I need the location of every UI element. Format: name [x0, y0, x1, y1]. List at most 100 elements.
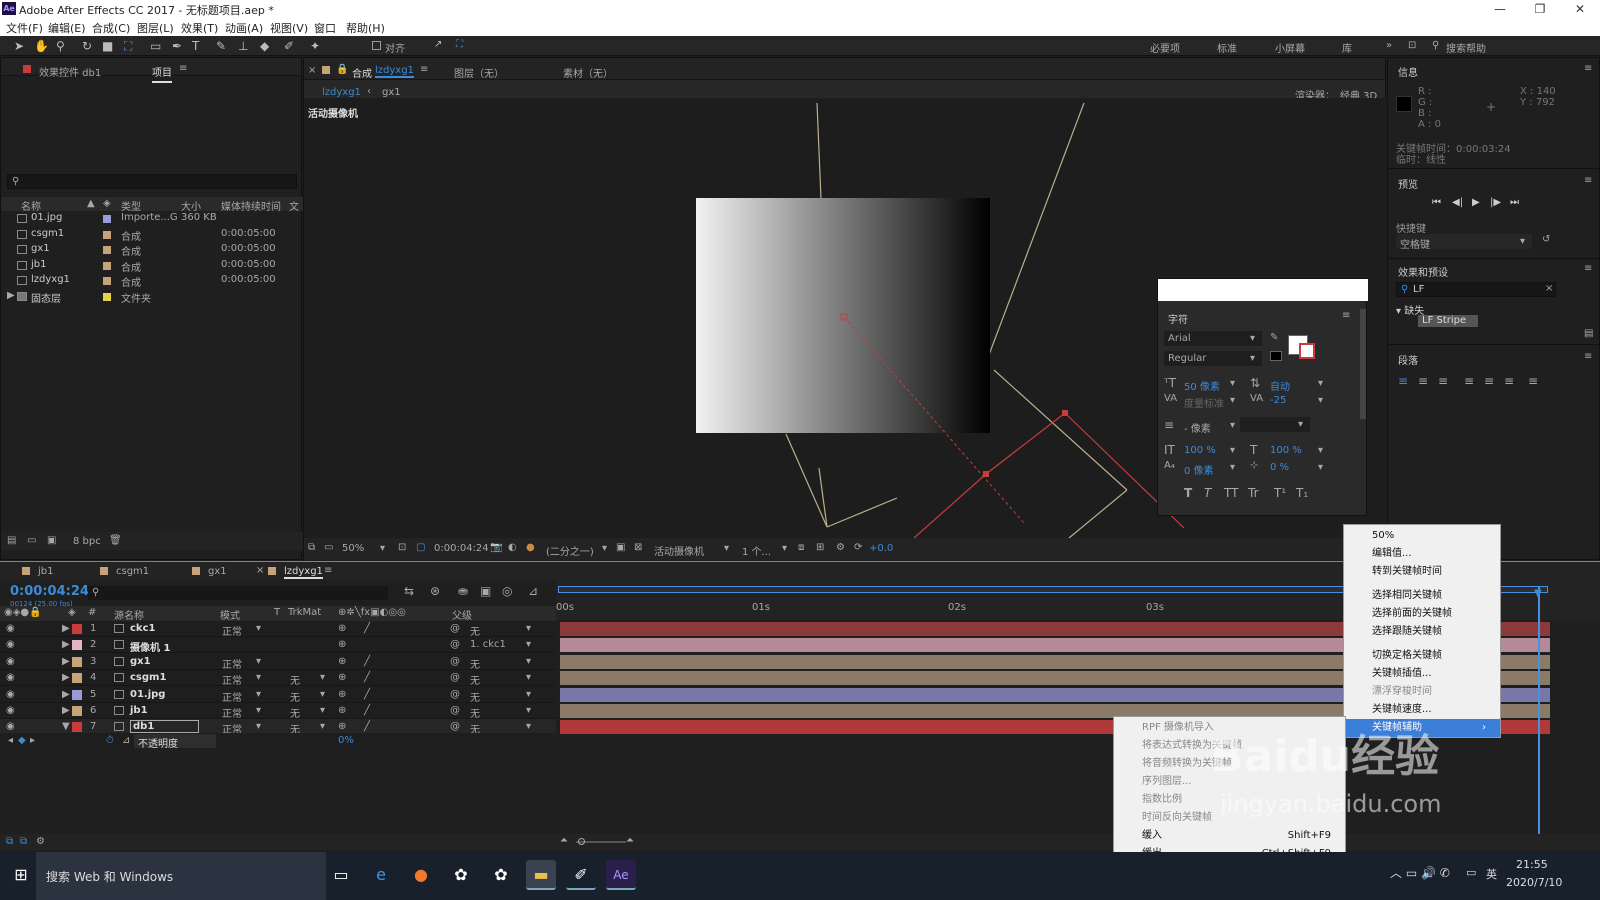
layer-trkmat[interactable]: 无 [290, 689, 300, 704]
label-swatch[interactable] [103, 293, 111, 301]
color-channel-icon[interactable]: ● [526, 542, 535, 553]
menu-file[interactable]: 文件(F) [6, 20, 43, 36]
db1-layer-gradient[interactable] [696, 198, 990, 433]
quality-switch-icon[interactable]: ╱ [364, 721, 370, 732]
zoom-dropdown[interactable]: 50% [342, 543, 364, 554]
menu-layer[interactable]: 图层(L) [137, 20, 174, 36]
col-trkmat[interactable]: TrkMat [288, 607, 321, 618]
playhead-icon[interactable]: ▼ [1534, 588, 1542, 599]
character-scrollbar[interactable] [1360, 309, 1366, 419]
mode-chevron-down-icon[interactable]: ▾ [256, 672, 261, 683]
layer-row[interactable]: ◉ ▶ 3 gx1 正常 ▾ ⊕ ╱ @ 无 ▾ [0, 653, 556, 671]
align-left-icon[interactable]: ≡ [1398, 374, 1408, 388]
faux-bold-button[interactable]: T [1184, 486, 1192, 500]
eyedropper-icon[interactable]: ✎ [1270, 332, 1278, 343]
after-effects-taskbar-icon[interactable]: Ae [606, 860, 636, 890]
tab-lzdyxg1[interactable]: lzdyxg1 [284, 566, 323, 579]
parent-chevron-down-icon[interactable]: ▾ [526, 705, 531, 716]
menu-help[interactable]: 帮助(H) [346, 20, 385, 36]
visibility-eye-icon[interactable]: ◉ [6, 656, 15, 667]
eraser-tool-icon[interactable]: ◆ [260, 39, 269, 53]
property-value[interactable]: 0% [338, 735, 354, 746]
project-item[interactable]: 01.jpg Importe...G 360 KB [1, 211, 303, 227]
visibility-eye-icon[interactable]: ◉ [6, 705, 15, 716]
zoom-out-icon[interactable]: ⏶ [560, 835, 568, 846]
layer-name[interactable]: db1 [130, 720, 200, 734]
roto-brush-tool-icon[interactable]: ✐ [284, 39, 294, 53]
workspace-small-screen[interactable]: 小屏幕 [1275, 40, 1305, 55]
label-swatch[interactable] [103, 230, 111, 239]
align-center-icon[interactable]: ≡ [1418, 374, 1428, 388]
visibility-eye-icon[interactable]: ◉ [6, 672, 15, 683]
comp-tab-label[interactable]: 合成 [352, 65, 372, 80]
restore-icon[interactable]: ❐ [1522, 0, 1558, 18]
layer-mode[interactable]: 正常 [222, 689, 242, 704]
snap-checkbox[interactable] [372, 41, 381, 50]
show-snapshot-icon[interactable]: ◐ [508, 542, 517, 553]
effects-menu-icon[interactable]: ≡ [1584, 263, 1592, 274]
small-caps-button[interactable]: Tr [1248, 486, 1259, 500]
layer-name[interactable]: gx1 [130, 656, 151, 667]
workspace-panel-icon[interactable]: ⊡ [1408, 40, 1416, 51]
footage-viewer-tab[interactable]: 素材（无） [563, 65, 613, 80]
hand-tool-icon[interactable]: ✋ [34, 39, 49, 53]
brush-tool-icon[interactable]: ✎ [216, 39, 226, 53]
label-column-icon[interactable]: ◈ [103, 198, 111, 209]
toggle-switches-icon[interactable]: ⧉ [6, 836, 13, 847]
play-icon[interactable]: ▶ [1472, 197, 1480, 208]
tracking-value[interactable]: -25 [1270, 395, 1286, 406]
expand-arrow-icon[interactable]: ▶ [62, 656, 70, 667]
label-swatch[interactable] [103, 246, 111, 255]
timeline-search-input[interactable]: ⚲ [88, 586, 388, 600]
layer-name[interactable]: 摄像机 1 [130, 639, 170, 654]
layer-label-swatch[interactable] [72, 624, 82, 634]
app-icon-5[interactable]: ✿ [486, 860, 516, 890]
menu-window[interactable]: 窗口 [314, 20, 336, 36]
snap-option-icon[interactable]: ↗ [434, 39, 442, 50]
new-preset-icon[interactable]: ▤ [1584, 328, 1593, 339]
reset-shortcut-icon[interactable]: ↺ [1542, 234, 1550, 245]
expand-arrow-icon[interactable]: ▶ [62, 672, 70, 683]
project-item[interactable]: gx1 合成 0:00:05:00 [1, 242, 303, 258]
align-right-icon[interactable]: ≡ [1438, 374, 1448, 388]
trkmat-chevron-down-icon[interactable]: ▾ [320, 672, 325, 683]
vertical-scale-chevron-down-icon[interactable]: ▾ [1230, 445, 1235, 456]
info-menu-icon[interactable]: ≡ [1584, 63, 1592, 74]
snap-grid-icon[interactable]: ⛶ [456, 39, 463, 50]
font-size-value[interactable]: 50 像素 [1184, 378, 1220, 393]
layer-label-swatch[interactable] [72, 673, 82, 684]
trkmat-chevron-down-icon[interactable]: ▾ [320, 689, 325, 700]
expand-arrow-icon[interactable]: ▼ [62, 721, 70, 732]
layer-name[interactable]: jb1 [130, 705, 148, 716]
zoom-in-icon[interactable]: ⏶ [626, 835, 634, 846]
baseline-shift-value[interactable]: 0 像素 [1184, 462, 1214, 477]
project-item[interactable]: lzdyxg1 合成 0:00:05:00 [1, 273, 303, 289]
task-view-icon[interactable]: ▭ [326, 860, 356, 890]
app-icon-4[interactable]: ✿ [446, 860, 476, 890]
graph-icon[interactable]: ⊿ [122, 735, 130, 746]
next-frame-icon[interactable]: |▶ [1490, 197, 1501, 208]
effect-item-lf-stripe[interactable]: LF Stripe [1418, 315, 1478, 327]
layer-label-swatch[interactable] [72, 656, 82, 667]
kerning-chevron-down-icon[interactable]: ▾ [1230, 395, 1235, 406]
col-mode[interactable]: 模式 [220, 607, 240, 622]
stroke-color-swatch[interactable] [1299, 343, 1315, 359]
layer-parent[interactable]: 无 [470, 623, 480, 638]
subscript-button[interactable]: T₁ [1296, 486, 1308, 500]
camera-tool-icon[interactable]: ■ [102, 39, 113, 53]
layer-name[interactable]: csgm1 [130, 672, 166, 683]
camera-view-chevron-down-icon[interactable]: ▾ [724, 543, 729, 554]
layer-parent[interactable]: 无 [470, 656, 480, 671]
frame-blending-icon[interactable]: ▣ [480, 584, 491, 598]
rectangle-tool-icon[interactable]: ▭ [150, 39, 161, 53]
menu-item[interactable]: 选择跟随关键帧 [1344, 623, 1500, 641]
expand-arrow-icon[interactable]: ▶ [62, 639, 70, 650]
menu-item[interactable]: 缓入 Shift+F9 [1114, 827, 1345, 845]
menu-item[interactable]: 选择相同关键帧 [1344, 587, 1500, 605]
breadcrumb-gx1[interactable]: gx1 [382, 87, 401, 98]
windows-start-icon[interactable]: ⊞ [6, 860, 36, 890]
justify-right-icon[interactable]: ≡ [1504, 374, 1514, 388]
mode-chevron-down-icon[interactable]: ▾ [256, 705, 261, 716]
label-swatch[interactable] [103, 277, 111, 286]
toggle-pixel-aspect-icon[interactable]: ⧈ [798, 542, 804, 553]
